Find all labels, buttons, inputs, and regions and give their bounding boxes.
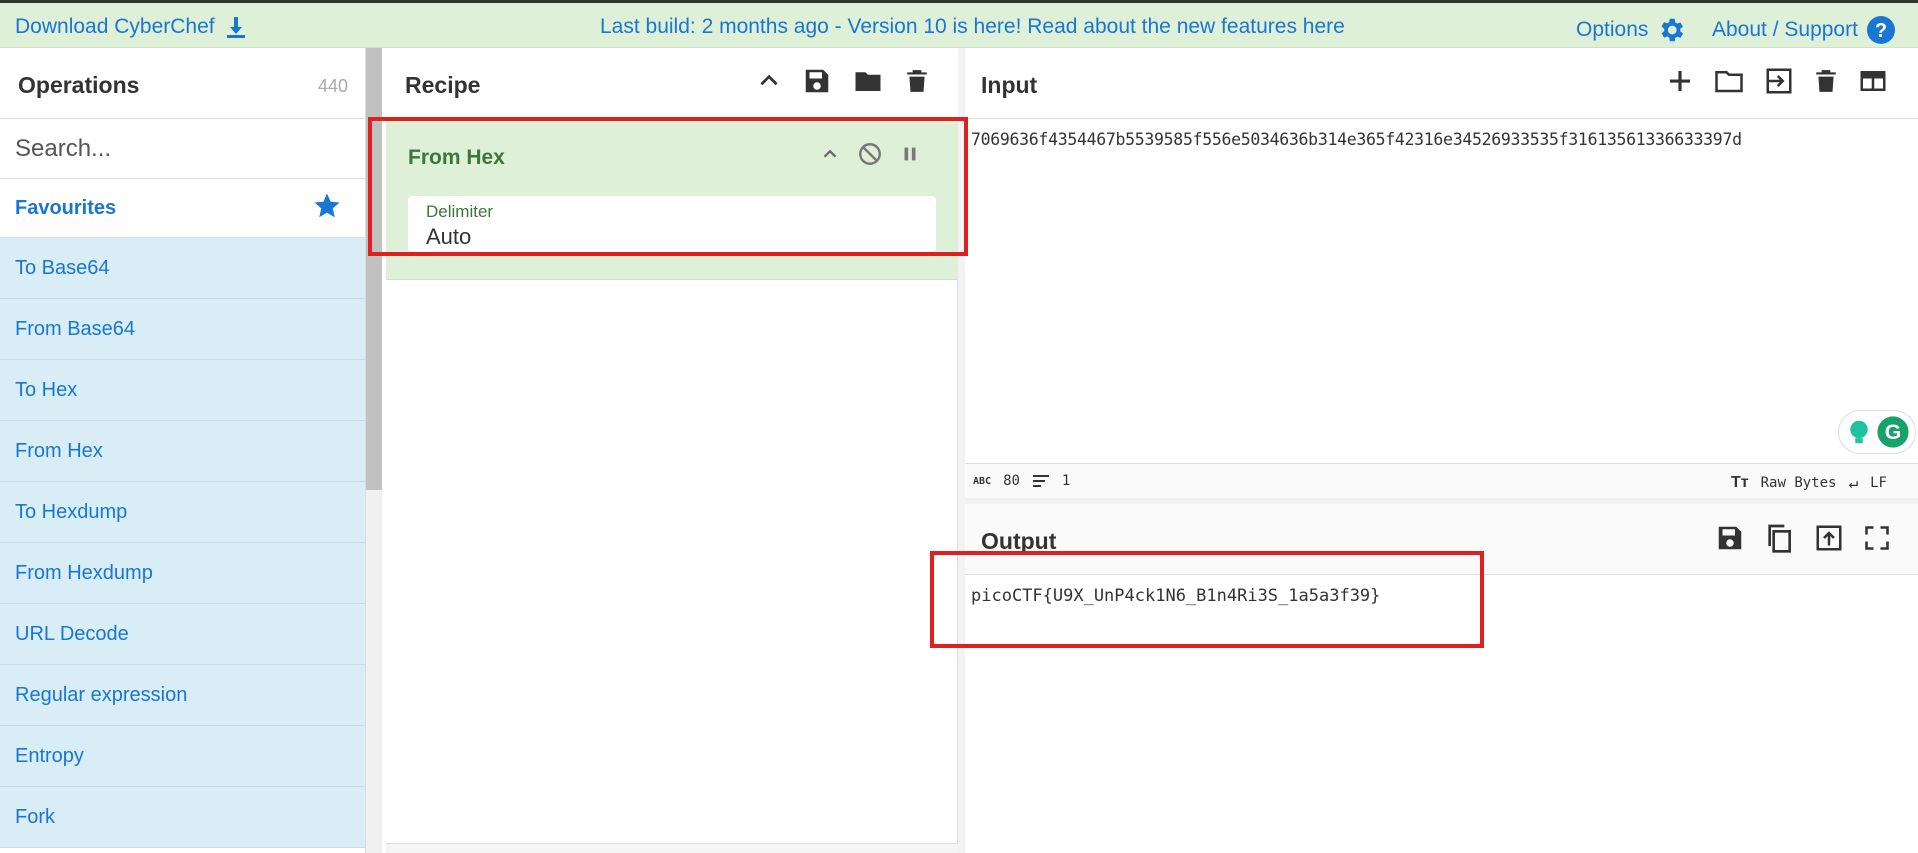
line-count: 1: [1061, 473, 1071, 489]
chevron-up-icon[interactable]: [756, 68, 782, 94]
operation-item[interactable]: To Base64: [0, 238, 365, 299]
operation-item[interactable]: To Hexdump: [0, 482, 365, 543]
operation-item[interactable]: From Hex: [0, 421, 365, 482]
disable-icon[interactable]: [857, 141, 883, 167]
chevron-up-icon[interactable]: [819, 143, 841, 165]
recipe-toolbar: [756, 66, 930, 96]
gear-icon: [1661, 18, 1684, 42]
text-format-icon[interactable]: Tт: [1731, 474, 1749, 492]
pause-icon[interactable]: [899, 143, 921, 165]
download-cyberchef-link[interactable]: Download CyberChef: [15, 15, 247, 39]
recipe-header: Recipe: [386, 48, 958, 119]
eol-selector[interactable]: LF: [1870, 475, 1887, 491]
operations-search-input[interactable]: [0, 119, 365, 179]
delimiter-label: Delimiter: [426, 202, 494, 221]
recipe-title: Recipe: [405, 72, 481, 98]
favourites-operation-list: To Base64 From Base64 To Hex From Hex To…: [0, 238, 365, 848]
about-support-button[interactable]: About / Support ?: [1712, 15, 1896, 45]
options-label: Options: [1576, 18, 1649, 41]
delimiter-value[interactable]: Auto: [426, 224, 471, 250]
import-icon[interactable]: [1763, 66, 1795, 96]
svg-text:?: ?: [1875, 20, 1887, 42]
input-title: Input: [981, 72, 1038, 98]
lightbulb-icon[interactable]: [1844, 417, 1874, 447]
input-status-bar: ABC 80 1 Tт Raw Bytes ↵ LF: [965, 463, 1918, 498]
operation-item[interactable]: URL Decode: [0, 604, 365, 665]
maximize-icon[interactable]: [1863, 524, 1891, 552]
operations-panel: Operations 440 Favourites To Base64 From…: [0, 48, 366, 853]
operation-item[interactable]: From Hexdump: [0, 543, 365, 604]
grammarly-icon[interactable]: G: [1876, 415, 1910, 449]
download-label: Download CyberChef: [15, 15, 215, 38]
svg-text:G: G: [1885, 420, 1902, 444]
trash-icon[interactable]: [904, 66, 930, 96]
operation-item[interactable]: To Hex: [0, 360, 365, 421]
output-header: Output: [965, 504, 1918, 575]
input-format-controls: Tт Raw Bytes ↵ LF: [1731, 473, 1887, 492]
operations-header: Operations 440: [0, 48, 365, 119]
operations-scrollbar-thumb[interactable]: [366, 48, 382, 490]
lines-icon: [1032, 475, 1049, 487]
save-icon[interactable]: [1715, 523, 1745, 553]
operations-scrollbar[interactable]: [366, 48, 382, 853]
eol-icon[interactable]: ↵: [1848, 473, 1858, 492]
folder-icon[interactable]: [852, 66, 884, 96]
output-toolbar: [1715, 522, 1891, 554]
output-title: Output: [981, 528, 1057, 554]
recipe-operation-from-hex[interactable]: From Hex Delimiter Auto: [386, 119, 958, 280]
options-button[interactable]: Options: [1576, 15, 1686, 45]
layout-icon[interactable]: [1857, 66, 1889, 96]
recipe-operation-controls: [819, 141, 921, 167]
input-panel: Input 7069636f4354467b5539585f556e503463…: [965, 48, 1918, 498]
operation-item[interactable]: Entropy: [0, 726, 365, 787]
operation-item[interactable]: Fork: [0, 787, 365, 848]
save-icon[interactable]: [802, 66, 832, 96]
input-textarea[interactable]: 7069636f4354467b5539585f556e5034636b314e…: [971, 130, 1742, 149]
download-icon: [226, 17, 245, 38]
input-header: Input: [965, 48, 1918, 119]
trash-icon[interactable]: [1813, 66, 1839, 96]
copy-icon[interactable]: [1763, 522, 1795, 554]
recipe-operation-name: From Hex: [408, 146, 505, 169]
open-folder-icon[interactable]: [1713, 66, 1745, 96]
favourites-label: Favourites: [15, 197, 117, 219]
top-banner: Download CyberChef Last build: 2 months …: [0, 0, 1918, 48]
char-count-icon: ABC: [973, 475, 992, 487]
star-icon[interactable]: [312, 191, 342, 221]
operation-item[interactable]: Regular expression: [0, 665, 365, 726]
input-toolbar: [1665, 66, 1889, 96]
output-panel: Output picoCTF{U9X_UnP4ck1N6_B1n4Ri3S_1a…: [965, 504, 1918, 853]
operations-count: 440: [318, 76, 349, 96]
build-notice-link[interactable]: Last build: 2 months ago - Version 10 is…: [600, 15, 1345, 39]
encoding-selector[interactable]: Raw Bytes: [1761, 475, 1837, 491]
favourites-category[interactable]: Favourites: [0, 179, 365, 238]
delimiter-field[interactable]: Delimiter Auto: [408, 196, 936, 252]
help-icon: ?: [1866, 16, 1895, 44]
plus-icon[interactable]: [1665, 66, 1695, 96]
about-label: About / Support: [1712, 18, 1858, 41]
operations-title: Operations: [18, 72, 140, 98]
operation-item[interactable]: From Base64: [0, 299, 365, 360]
grammarly-widget[interactable]: G: [1838, 410, 1916, 454]
char-count: 80: [1003, 473, 1020, 489]
recipe-bottom-strip: [386, 843, 958, 853]
replace-input-icon[interactable]: [1813, 523, 1845, 553]
panel-resize-gutter[interactable]: [958, 48, 965, 853]
input-stats: ABC 80 1: [973, 473, 1070, 489]
recipe-panel: Recipe From Hex Delimiter Auto: [386, 48, 958, 853]
output-text[interactable]: picoCTF{U9X_UnP4ck1N6_B1n4Ri3S_1a5a3f39}: [971, 586, 1380, 606]
